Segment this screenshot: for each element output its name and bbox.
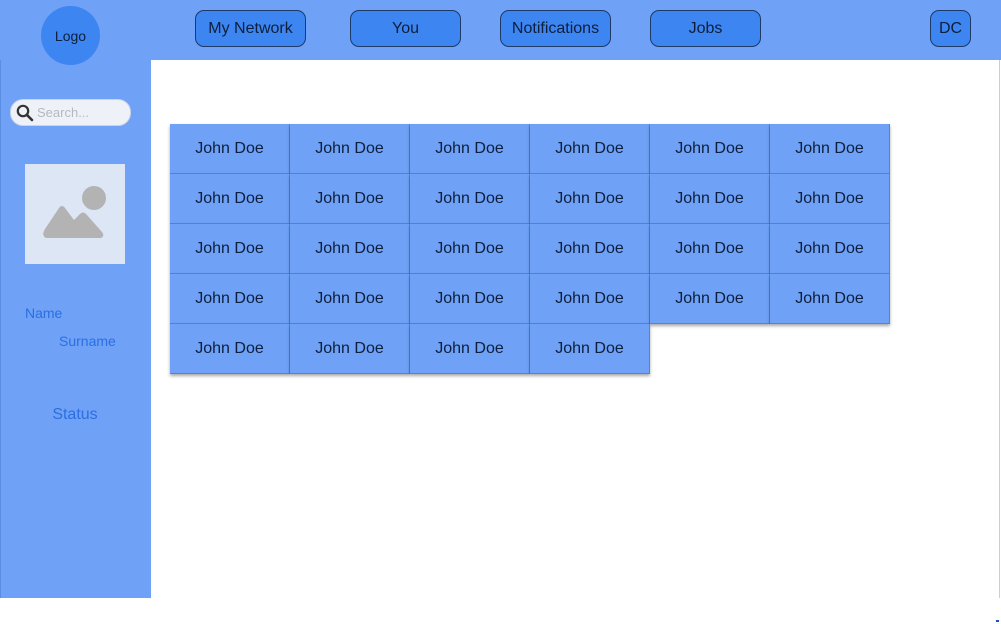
connection-card[interactable]: John Doe <box>410 324 530 374</box>
connection-card[interactable]: John Doe <box>290 124 410 174</box>
profile-surname: Surname <box>59 333 116 349</box>
search-bar[interactable] <box>10 99 131 126</box>
connection-card[interactable]: John Doe <box>530 324 650 374</box>
connection-card[interactable]: John Doe <box>770 274 890 324</box>
profile-name: Name <box>25 305 63 321</box>
connection-card[interactable]: John Doe <box>170 224 290 274</box>
connection-card[interactable]: John Doe <box>290 174 410 224</box>
connection-card[interactable]: John Doe <box>170 174 290 224</box>
search-icon[interactable] <box>15 103 35 123</box>
profile-image-placeholder <box>25 164 125 264</box>
search-input[interactable] <box>35 105 127 120</box>
app-page: My Network You Notifications Jobs DC Log… <box>0 0 1001 624</box>
connection-card[interactable]: John Doe <box>770 224 890 274</box>
connection-card[interactable]: John Doe <box>290 324 410 374</box>
connection-card[interactable]: John Doe <box>530 124 650 174</box>
my-network-button[interactable]: My Network <box>195 10 306 47</box>
connection-card[interactable]: John Doe <box>530 224 650 274</box>
connection-card[interactable]: John Doe <box>650 124 770 174</box>
connection-card[interactable]: John Doe <box>170 124 290 174</box>
sidebar <box>0 60 151 598</box>
connection-card[interactable]: John Doe <box>290 224 410 274</box>
logo[interactable]: Logo <box>41 6 100 65</box>
connection-card[interactable]: John Doe <box>650 274 770 324</box>
connection-card[interactable]: John Doe <box>530 274 650 324</box>
you-button[interactable]: You <box>350 10 461 47</box>
connection-card[interactable]: John Doe <box>290 274 410 324</box>
connection-card[interactable]: John Doe <box>410 224 530 274</box>
connection-card[interactable]: John Doe <box>170 274 290 324</box>
jobs-button[interactable]: Jobs <box>650 10 761 47</box>
main-content: John Doe John Doe John Doe John Doe John Doe… <box>151 60 1000 598</box>
profile-status: Status <box>52 406 98 423</box>
connection-card[interactable]: John Doe <box>410 174 530 224</box>
connection-card[interactable]: John Doe <box>530 174 650 224</box>
corner-mark <box>996 620 999 622</box>
connection-card[interactable]: John Doe <box>770 174 890 224</box>
notifications-button[interactable]: Notifications <box>500 10 611 47</box>
connection-card[interactable]: John Doe <box>650 224 770 274</box>
connection-card[interactable]: John Doe <box>770 124 890 174</box>
connection-card[interactable]: John Doe <box>410 274 530 324</box>
user-avatar-button[interactable]: DC <box>930 10 971 47</box>
connection-card[interactable]: John Doe <box>410 124 530 174</box>
top-nav-bar: My Network You Notifications Jobs DC <box>0 0 1001 60</box>
connection-card[interactable]: John Doe <box>650 174 770 224</box>
image-placeholder-icon <box>43 186 106 238</box>
connection-card[interactable]: John Doe <box>170 324 290 374</box>
